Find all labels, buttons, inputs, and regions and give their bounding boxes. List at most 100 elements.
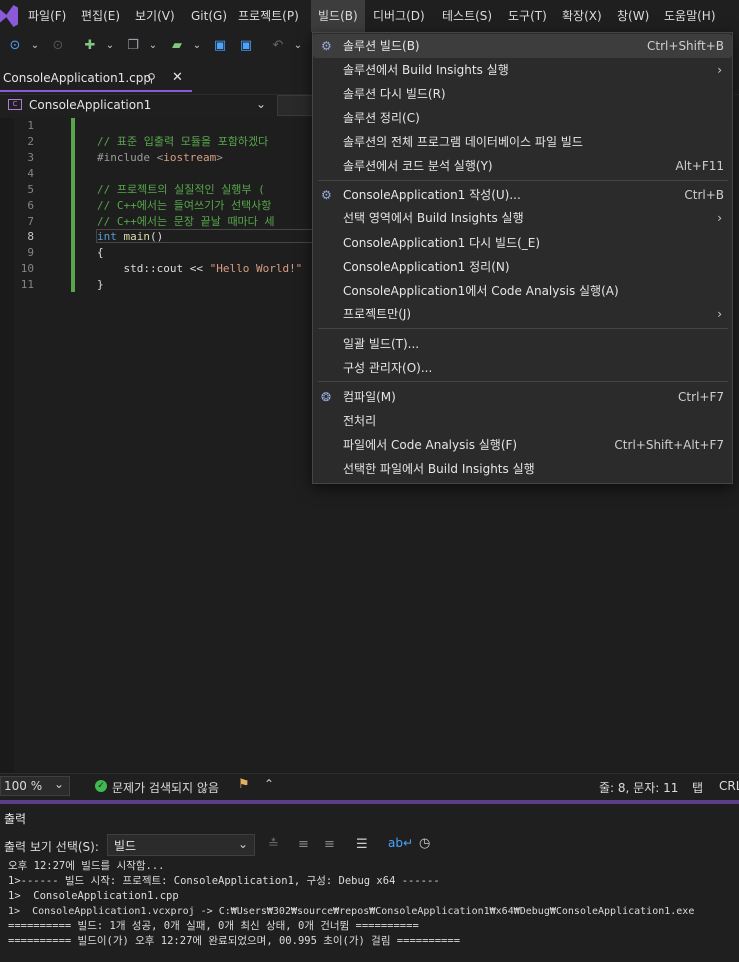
new-project-icon[interactable]: ✚: [80, 36, 100, 56]
output-source-label: 출력 보기 선택(S):: [4, 840, 99, 854]
forward-icon[interactable]: ⊙: [48, 36, 68, 56]
menu-tools[interactable]: 도구(T): [501, 0, 554, 32]
line-number: 11: [20, 278, 34, 291]
menu-project[interactable]: 프로젝트(P): [231, 0, 306, 32]
menu-item-rebuild-project[interactable]: ConsoleApplication1 다시 빌드(_E): [313, 231, 732, 255]
code-line[interactable]: // C++에서는 들여쓰기가 선택사항: [97, 198, 271, 214]
menu-item-clean-solution[interactable]: 솔루션 정리(C): [313, 106, 732, 130]
zoom-level: 100 %: [4, 779, 43, 793]
cpp-project-icon: C: [8, 99, 22, 110]
menu-view[interactable]: 보기(V): [128, 0, 182, 32]
menu-help[interactable]: 도움말(H): [657, 0, 723, 32]
output-line: 1>------ 빌드 시작: 프로젝트: ConsoleApplication…: [8, 875, 440, 887]
pin-icon[interactable]: ⚲: [147, 71, 156, 85]
code-line[interactable]: }: [97, 277, 104, 293]
menu-build[interactable]: 빌드(B): [311, 0, 365, 32]
line-number: 9: [27, 246, 34, 259]
clock-icon[interactable]: ◷: [419, 836, 430, 851]
menu-item-build-full-pdb[interactable]: 솔루션의 전체 프로그램 데이터베이스 파일 빌드: [313, 130, 732, 154]
line-number: 2: [27, 135, 34, 148]
code-line[interactable]: std::cout << "Hello World!": [97, 261, 302, 277]
chevron-right-icon: ›: [717, 307, 722, 321]
editor-margin: [0, 118, 14, 773]
menu-test[interactable]: 테스트(S): [435, 0, 499, 32]
line-number: 3: [27, 151, 34, 164]
menu-edit[interactable]: 편집(E): [74, 0, 127, 32]
close-icon[interactable]: ✕: [172, 70, 183, 85]
open-folder-icon[interactable]: ▰: [167, 36, 187, 56]
menu-item-solution-build-insights[interactable]: 솔루션에서 Build Insights 실행 ›: [313, 58, 732, 82]
menu-item-project-code-analysis[interactable]: ConsoleApplication1에서 Code Analysis 실행(A…: [313, 279, 732, 303]
line-number: 4: [27, 167, 34, 180]
back-icon[interactable]: ⊙: [5, 36, 25, 56]
menu-debug[interactable]: 디버그(D): [366, 0, 432, 32]
chevron-down-icon[interactable]: ⌄: [288, 36, 308, 56]
chevron-down-icon[interactable]: ⌄: [54, 777, 64, 791]
menu-item-clean-project[interactable]: ConsoleApplication1 정리(N): [313, 255, 732, 279]
tab-filename: ConsoleApplication1.cpp: [3, 71, 151, 85]
menu-item-solution-code-analysis[interactable]: 솔루션에서 코드 분석 실행(Y) Alt+F11: [313, 154, 732, 178]
line-ending[interactable]: CRL: [719, 779, 739, 793]
new-file-icon[interactable]: ❐: [123, 36, 143, 56]
menu-item-build-solution[interactable]: ⚙ 솔루션 빌드(B) Ctrl+Shift+B: [313, 34, 732, 58]
menu-item-project-only[interactable]: 프로젝트만(J) ›: [313, 302, 732, 326]
scope-dropdown[interactable]: [277, 95, 317, 116]
output-line: 오후 12:27에 빌드를 시작함...: [8, 860, 165, 872]
save-all-icon[interactable]: ▣: [236, 36, 256, 56]
menu-item-rebuild-solution[interactable]: 솔루션 다시 빌드(R): [313, 82, 732, 106]
output-title: 출력: [4, 812, 27, 826]
code-line[interactable]: // 표준 입출력 모듈을 포함하겠다: [97, 134, 268, 150]
chevron-down-icon[interactable]: ⌄: [100, 36, 120, 56]
menu-file[interactable]: 파일(F): [21, 0, 73, 32]
menu-item-batch-build[interactable]: 일괄 빌드(T)...: [313, 332, 732, 356]
chevron-down-icon[interactable]: ⌄: [256, 97, 266, 111]
indent-mode[interactable]: 탭: [692, 779, 703, 796]
issues-status[interactable]: 문제가 검색되지 않음: [112, 779, 219, 796]
chevron-up-icon[interactable]: ⌃: [264, 777, 274, 791]
code-line[interactable]: int main(): [97, 229, 163, 245]
undo-icon[interactable]: ↶: [268, 36, 288, 56]
line-number: 7: [27, 215, 34, 228]
menu-git[interactable]: Git(G): [184, 0, 234, 32]
menu-item-configuration-manager[interactable]: 구성 관리자(O)...: [313, 356, 732, 380]
chevron-down-icon[interactable]: ⌄: [187, 36, 207, 56]
clear-all-icon[interactable]: ☰: [356, 837, 368, 852]
goto-prev-message-icon[interactable]: ≡: [298, 837, 309, 852]
code-line[interactable]: {: [97, 245, 104, 261]
menu-item-build-project[interactable]: ⚙ ConsoleApplication1 작성(U)... Ctrl+B: [313, 183, 732, 207]
find-previous-icon[interactable]: ≛: [268, 837, 279, 852]
chevron-down-icon[interactable]: ⌄: [25, 36, 45, 56]
build-icon: ⚙: [321, 39, 332, 53]
menu-window[interactable]: 창(W): [610, 0, 656, 32]
compile-icon: ❂: [321, 390, 332, 404]
line-number: 10: [20, 262, 34, 275]
line-number-current: 8: [27, 230, 34, 243]
menu-separator: [318, 381, 728, 382]
word-wrap-icon[interactable]: ab↵: [388, 836, 413, 850]
goto-next-message-icon[interactable]: ≡: [324, 837, 335, 852]
menu-item-file-code-analysis[interactable]: 파일에서 Code Analysis 실행(F) Ctrl+Shift+Alt+…: [313, 433, 732, 457]
menu-extensions[interactable]: 확장(X): [555, 0, 609, 32]
line-number: 1: [27, 119, 34, 132]
code-line[interactable]: // 프로젝트의 실질적인 실행부 (: [97, 182, 265, 198]
code-line[interactable]: #include <iostream>: [97, 150, 223, 166]
menu-item-compile[interactable]: ❂ 컴파일(M) Ctrl+F7: [313, 385, 732, 409]
menu-item-selection-build-insights[interactable]: 선택 영역에서 Build Insights 실행 ›: [313, 206, 732, 230]
change-indicator: [71, 118, 75, 292]
menu-item-file-build-insights[interactable]: 선택한 파일에서 Build Insights 실행: [313, 457, 732, 481]
menu-item-preprocess[interactable]: 전처리: [313, 409, 732, 433]
check-circle-icon: ✓: [95, 780, 107, 792]
output-source-value: 빌드: [114, 839, 137, 853]
menu-separator: [318, 180, 728, 181]
save-icon[interactable]: ▣: [210, 36, 230, 56]
chevron-down-icon[interactable]: ⌄: [143, 36, 163, 56]
chevron-down-icon[interactable]: ⌄: [238, 837, 248, 851]
chevron-right-icon: ›: [717, 63, 722, 77]
output-line: 1> ConsoleApplication1.vcxproj -> C:₩Use…: [8, 906, 695, 917]
line-number: 5: [27, 183, 34, 196]
build-project-icon: ⚙: [321, 188, 332, 202]
output-line: ========== 빌드이(가) 오후 12:27에 완료되었으며, 00.9…: [8, 935, 461, 947]
code-line[interactable]: // C++에서는 문장 끝날 때마다 세: [97, 214, 275, 230]
code-cleanup-icon[interactable]: ⚑: [238, 777, 250, 792]
cursor-position[interactable]: 줄: 8, 문자: 11: [599, 779, 678, 796]
